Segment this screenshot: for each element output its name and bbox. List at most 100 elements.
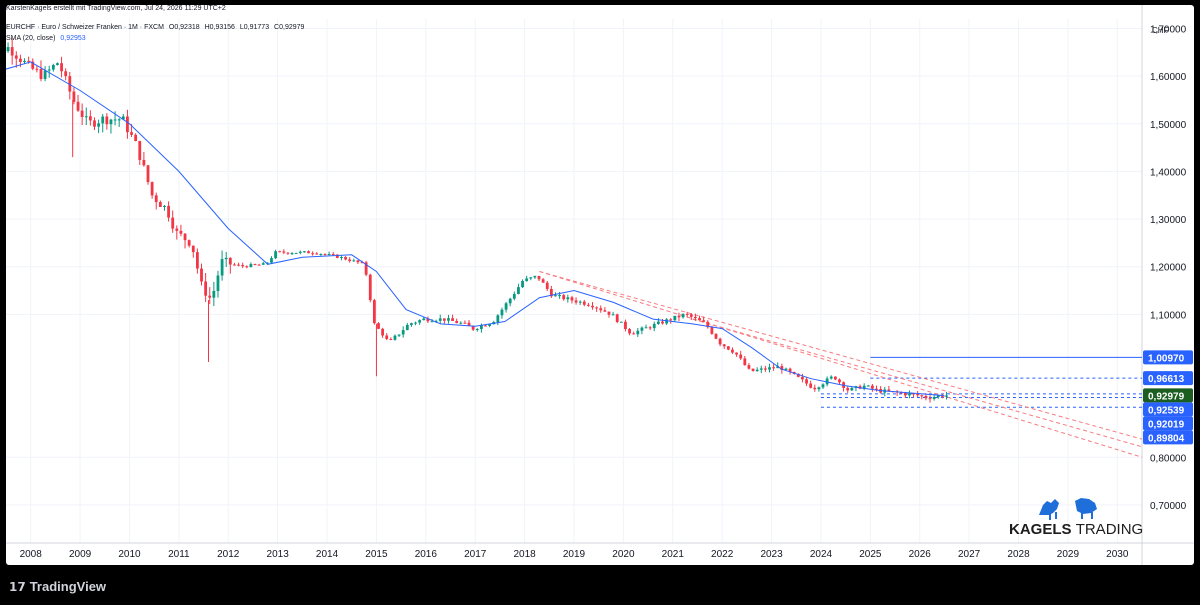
candle-body bbox=[158, 202, 162, 208]
candle-body bbox=[525, 278, 529, 282]
candle-body bbox=[554, 295, 557, 297]
candle-body bbox=[393, 335, 397, 340]
candle-body bbox=[340, 257, 343, 259]
tradingview-logo[interactable]: 𝟭𝟳 TradingView bbox=[9, 579, 106, 594]
candle-body bbox=[183, 233, 187, 241]
candle-body bbox=[216, 275, 220, 291]
candle-body bbox=[311, 253, 315, 255]
candle-body bbox=[541, 279, 545, 283]
candle-body bbox=[718, 338, 722, 345]
candle-body bbox=[817, 387, 821, 390]
candle-body bbox=[331, 254, 335, 256]
candle-body bbox=[397, 334, 401, 336]
candle-body bbox=[558, 295, 561, 297]
candle-body bbox=[298, 251, 302, 253]
candle-body bbox=[751, 368, 755, 372]
x-tick-label: 2017 bbox=[464, 549, 487, 560]
candle-body bbox=[344, 257, 347, 260]
candle-body bbox=[14, 55, 18, 59]
x-tick-label: 2013 bbox=[267, 549, 290, 560]
candle-body bbox=[286, 252, 290, 254]
price-unit-label: CHF bbox=[1152, 26, 1169, 35]
candle-body bbox=[726, 346, 730, 350]
price-tag-label: 0,92979 bbox=[1148, 391, 1185, 402]
kagels-trading-wordmark: KAGELS TRADING bbox=[1009, 521, 1143, 538]
candle-body bbox=[352, 260, 356, 262]
sma-value: 0,92953 bbox=[60, 35, 86, 42]
candle-body bbox=[866, 385, 870, 387]
y-tick-label: 0,80000 bbox=[1150, 453, 1187, 464]
candle-body bbox=[142, 159, 146, 166]
candle-body bbox=[327, 254, 331, 256]
candle-body bbox=[574, 300, 578, 303]
sma-label[interactable]: SMA (20, close) bbox=[6, 35, 55, 42]
candle-body bbox=[809, 383, 813, 388]
low-value: L0,91773 bbox=[239, 24, 270, 31]
candle-body bbox=[603, 310, 607, 312]
open-value: O0,92318 bbox=[168, 24, 200, 31]
candle-body bbox=[739, 354, 743, 359]
price-chart[interactable]: 2008 2009 2010 2011 2012 2013 2014 2015 2016 2017… bbox=[6, 5, 1194, 565]
candle-body bbox=[257, 264, 261, 266]
candle-body bbox=[681, 314, 685, 318]
trendline bbox=[692, 318, 1143, 448]
candle-body bbox=[644, 327, 648, 329]
sma-legend[interactable]: SMA (20, close) 0,92953 bbox=[6, 35, 89, 42]
x-tick-label: 2009 bbox=[69, 549, 92, 560]
candle-body bbox=[533, 275, 537, 278]
candle-body bbox=[233, 264, 236, 266]
candle-body bbox=[368, 274, 372, 301]
candle-body bbox=[545, 282, 549, 289]
candle-body bbox=[438, 318, 442, 321]
candle-body bbox=[821, 384, 825, 388]
candle-body bbox=[171, 217, 175, 229]
ohlc-legend[interactable]: EURCHF · Euro / Schweizer Franken · 1M ·… bbox=[6, 24, 307, 31]
y-tick-label: 1,20000 bbox=[1150, 263, 1187, 274]
kagels-trading-logo: KAGELS TRADING bbox=[1009, 495, 1143, 543]
candle-body bbox=[101, 116, 105, 124]
candle-body bbox=[97, 123, 101, 127]
x-tick-label: 2010 bbox=[118, 549, 141, 560]
candle-body bbox=[76, 101, 80, 111]
x-tick-label: 2018 bbox=[513, 549, 536, 560]
x-tick-label: 2020 bbox=[612, 549, 635, 560]
symbol-label[interactable]: EURCHF · Euro / Schweizer Franken · 1M ·… bbox=[6, 24, 164, 31]
candle-body bbox=[500, 309, 504, 316]
candle-body bbox=[290, 253, 294, 255]
candle-body bbox=[920, 395, 924, 397]
candle-body bbox=[88, 116, 92, 121]
candle-body bbox=[126, 116, 129, 133]
candle-body bbox=[405, 324, 409, 331]
candle-body bbox=[624, 321, 627, 330]
x-tick-label: 2026 bbox=[909, 549, 932, 560]
credit-text: KarstenKagels erstellt mit TradingView.c… bbox=[6, 5, 226, 12]
candle-body bbox=[245, 266, 249, 268]
candle-body bbox=[805, 379, 808, 384]
candle-body bbox=[356, 260, 360, 263]
candle-body bbox=[924, 396, 928, 399]
candle-body bbox=[731, 349, 734, 353]
candle-body bbox=[195, 252, 199, 269]
candle-body bbox=[702, 320, 706, 322]
candle-body bbox=[459, 322, 463, 324]
candle-body bbox=[908, 393, 911, 396]
candle-body bbox=[685, 314, 689, 316]
candle-body bbox=[496, 315, 500, 323]
candle-body bbox=[179, 230, 183, 234]
candle-body bbox=[591, 305, 594, 308]
x-tick-label: 2012 bbox=[217, 549, 240, 560]
chart-frame[interactable]: 2008 2009 2010 2011 2012 2013 2014 2015 2016 2017… bbox=[6, 5, 1194, 565]
candle-body bbox=[191, 245, 195, 253]
candle-body bbox=[484, 325, 487, 327]
candle-body bbox=[619, 321, 623, 323]
candle-body bbox=[220, 259, 224, 276]
candle-body bbox=[455, 320, 459, 324]
price-tag-label: 0,92019 bbox=[1148, 419, 1185, 430]
candle-body bbox=[479, 325, 483, 330]
candle-body bbox=[850, 387, 854, 391]
candle-body bbox=[694, 316, 697, 319]
logo-word-2: TRADING bbox=[1075, 521, 1144, 538]
candle-body bbox=[241, 264, 245, 267]
candle-body bbox=[64, 71, 68, 77]
candle-body bbox=[113, 119, 117, 121]
